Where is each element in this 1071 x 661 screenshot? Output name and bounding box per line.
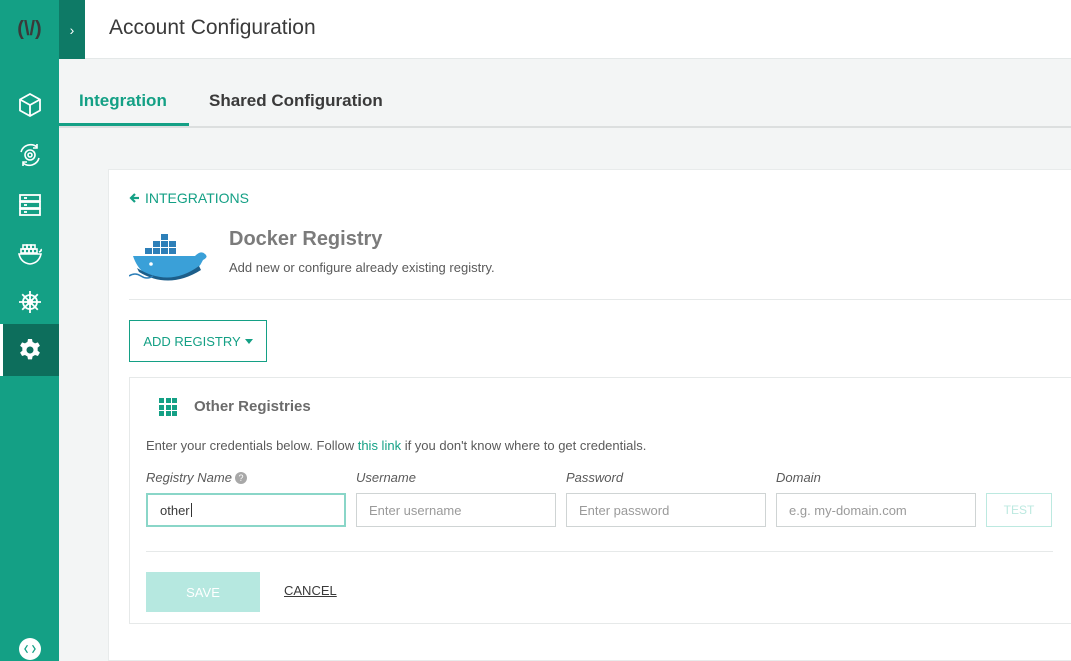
divider: [146, 551, 1053, 552]
sidebar-expand-button[interactable]: ›: [59, 0, 85, 59]
domain-input[interactable]: e.g. my-domain.com: [776, 493, 976, 527]
sidebar-item-docker[interactable]: [0, 230, 59, 278]
sidebar-item-servers[interactable]: [0, 181, 59, 229]
instructions-text-end: if you don't know where to get credentia…: [401, 438, 647, 453]
tab-bar: Integration Shared Configuration: [59, 59, 1071, 128]
servers-icon: [18, 194, 41, 216]
sidebar-item-helm[interactable]: [0, 278, 59, 326]
registry-name-value: other: [160, 502, 190, 518]
caret-down-icon: [244, 338, 253, 344]
integration-description: Add new or configure already existing re…: [229, 260, 495, 275]
deploy-cycle-icon: [19, 143, 40, 167]
registry-name-label-text: Registry Name: [146, 470, 232, 485]
other-registries-panel: Other Registries Enter your credentials …: [129, 377, 1071, 624]
helm-wheel-icon: [18, 291, 41, 313]
integration-card: INTEGRATIONS Docker Registry Add new or …: [108, 169, 1071, 661]
back-to-integrations-link[interactable]: INTEGRATIONS: [129, 190, 249, 206]
cube-icon: [18, 92, 41, 118]
password-placeholder: Enter password: [579, 502, 670, 518]
registry-name-label: Registry Name ?: [146, 470, 247, 485]
app-logo[interactable]: (\/): [0, 0, 59, 59]
username-label: Username: [356, 470, 416, 485]
arrow-left-icon: [129, 193, 139, 203]
back-link-label: INTEGRATIONS: [145, 190, 249, 206]
text-cursor: [190, 503, 192, 517]
username-input[interactable]: Enter username: [356, 493, 556, 527]
password-label: Password: [566, 470, 624, 485]
integration-title: Docker Registry: [229, 228, 383, 250]
tab-shared-configuration[interactable]: Shared Configuration: [209, 91, 383, 111]
help-icon[interactable]: ?: [234, 471, 247, 484]
divider: [129, 299, 1071, 300]
password-input[interactable]: Enter password: [566, 493, 766, 527]
panel-title: Other Registries: [194, 398, 311, 415]
docker-icon: [17, 244, 42, 265]
sidebar-item-cube[interactable]: [0, 81, 59, 129]
header: Account Configuration: [85, 0, 1071, 59]
sidebar: (\/): [0, 0, 59, 661]
gear-icon: [19, 339, 40, 360]
test-button[interactable]: TEST: [986, 493, 1052, 527]
cancel-button[interactable]: CANCEL: [284, 583, 337, 598]
instructions-text: Enter your credentials below. Follow: [146, 438, 358, 453]
active-tab-indicator: [59, 123, 189, 126]
save-button[interactable]: SAVE: [146, 572, 260, 612]
chevron-right-icon: ›: [69, 21, 75, 38]
docker-whale-logo: [129, 234, 207, 281]
footer-logo-icon[interactable]: [19, 638, 41, 660]
tab-integration[interactable]: Integration: [79, 91, 167, 111]
credentials-help-link[interactable]: this link: [358, 438, 401, 453]
sidebar-item-deploy[interactable]: [0, 131, 59, 179]
add-registry-button[interactable]: ADD REGISTRY: [129, 320, 267, 362]
domain-placeholder: e.g. my-domain.com: [789, 502, 907, 518]
add-registry-label: ADD REGISTRY: [143, 333, 241, 349]
page-title: Account Configuration: [109, 16, 316, 39]
credentials-instructions: Enter your credentials below. Follow thi…: [146, 438, 646, 453]
domain-label: Domain: [776, 470, 821, 485]
registry-name-input[interactable]: other: [146, 493, 346, 527]
username-placeholder: Enter username: [369, 502, 462, 518]
grid-icon: [159, 398, 177, 416]
sidebar-item-settings[interactable]: [0, 324, 59, 376]
